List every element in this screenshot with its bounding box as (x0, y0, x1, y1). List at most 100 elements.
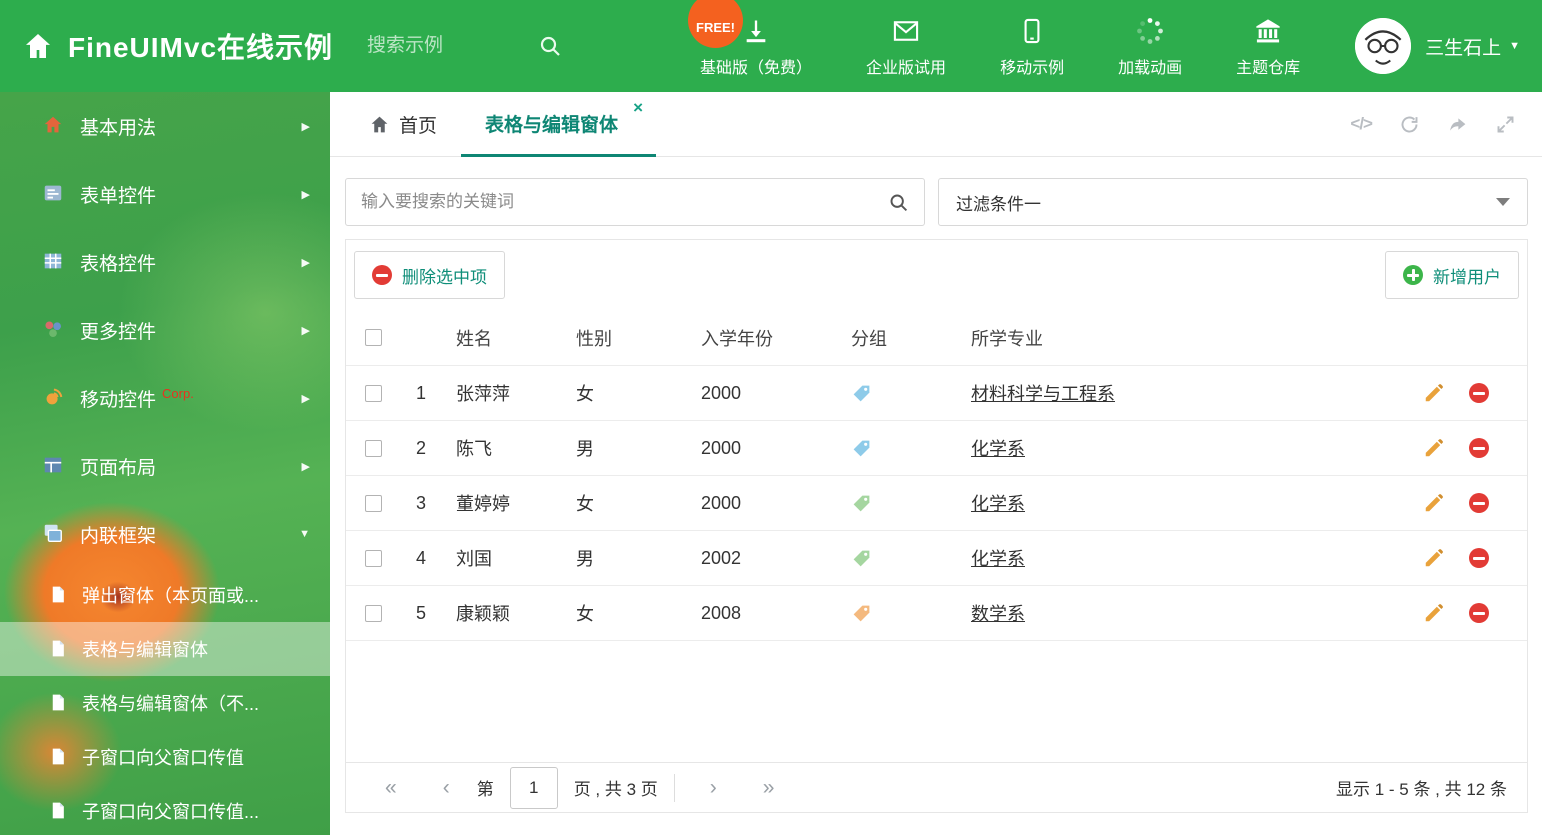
row-checkbox[interactable] (365, 439, 382, 457)
tab-home[interactable]: 首页 (345, 92, 461, 156)
sidebar-item-more-controls[interactable]: 更多控件 ▶ (0, 296, 330, 364)
grid-panel: 删除选中项 新增用户 姓名 性别 入学年份 分组 所学专业 1 张萍萍 女 20… (345, 239, 1528, 813)
select-all-checkbox[interactable] (365, 329, 382, 346)
table-icon (42, 250, 66, 274)
sidebar-item-form-controls[interactable]: 表单控件 ▶ (0, 160, 330, 228)
sidebar-item-mobile-controls[interactable]: 移动控件 Corp. ▶ (0, 364, 330, 432)
chevron-down-icon: ▼ (299, 528, 310, 540)
tab-bar: 首页 表格与编辑窗体 × </> (330, 92, 1542, 157)
row-index: 3 (415, 492, 426, 513)
refresh-icon[interactable] (1399, 114, 1420, 135)
file-icon (48, 747, 68, 767)
tab-grid-edit-window[interactable]: 表格与编辑窗体 × (461, 92, 657, 157)
add-user-button[interactable]: 新增用户 (1385, 251, 1519, 299)
sidebar-submenu: 弹出窗体（本页面或... 表格与编辑窗体 表格与编辑窗体（不... 子窗口向父窗… (0, 568, 330, 835)
search-icon[interactable] (888, 192, 909, 213)
expand-icon[interactable] (1495, 114, 1516, 135)
table-header-row: 姓名 性别 入学年份 分组 所学专业 (346, 310, 1527, 366)
user-menu[interactable]: 三生石上 ▼ (1355, 18, 1520, 74)
delete-row-button[interactable] (1469, 548, 1489, 568)
next-page-button[interactable]: › (687, 776, 740, 800)
keyword-search-input[interactable] (361, 192, 888, 212)
keyword-search-box (345, 178, 925, 226)
header-search (367, 34, 582, 58)
row-checkbox[interactable] (365, 604, 382, 622)
last-page-button[interactable]: » (740, 776, 798, 800)
major-link[interactable]: 数学系 (971, 604, 1025, 624)
file-icon (48, 639, 68, 659)
code-icon[interactable]: </> (1350, 114, 1373, 134)
major-link[interactable]: 化学系 (971, 549, 1025, 569)
delete-row-button[interactable] (1469, 603, 1489, 623)
delete-selected-button[interactable]: 删除选中项 (354, 251, 505, 299)
tag-icon (851, 548, 956, 569)
sidebar-subitem-label: 弹出窗体（本页面或... (82, 586, 260, 606)
cell-gender: 女 (576, 384, 594, 404)
edit-button[interactable] (1423, 492, 1445, 514)
chevron-right-icon: ▶ (301, 460, 310, 473)
tab-label: 首页 (399, 115, 438, 137)
frame-icon (42, 522, 66, 546)
header-search-input[interactable] (367, 35, 533, 57)
mobile-icon (1018, 15, 1046, 47)
pencil-icon (1425, 494, 1443, 512)
major-link[interactable]: 材料科学与工程系 (971, 384, 1115, 404)
edit-button[interactable] (1423, 437, 1445, 459)
delete-row-button[interactable] (1469, 438, 1489, 458)
pencil-icon (1425, 439, 1443, 457)
row-checkbox[interactable] (365, 384, 382, 402)
user-avatar[interactable] (1355, 18, 1412, 74)
edit-button[interactable] (1423, 547, 1445, 569)
grid-toolbar: 删除选中项 新增用户 (346, 240, 1527, 310)
nav-loading-animation[interactable]: 加载动画 (1096, 15, 1204, 78)
column-header-year: 入学年份 (701, 328, 773, 349)
sidebar-item-label: 页面布局 (80, 457, 157, 479)
nav-mobile-demo[interactable]: 移动示例 (978, 15, 1086, 78)
sidebar-subitem-child-to-parent-2[interactable]: 子窗口向父窗口传值... (0, 784, 330, 835)
tab-close-icon[interactable]: × (633, 99, 643, 116)
sidebar-item-iframe[interactable]: 内联框架 ▼ (0, 500, 330, 568)
sidebar-item-label: 更多控件 (80, 321, 157, 343)
table-row: 4 刘国 男 2002 化学系 (346, 531, 1527, 586)
chevron-right-icon: ▶ (301, 120, 310, 133)
corp-badge: Corp. (162, 385, 194, 401)
chevron-down-icon (1496, 198, 1510, 206)
cell-year: 2000 (701, 437, 742, 458)
plus-icon (1403, 265, 1423, 285)
delete-row-button[interactable] (1469, 383, 1489, 403)
nav-enterprise-trial[interactable]: 企业版试用 (844, 15, 968, 78)
nav-theme-repo[interactable]: 主题仓库 (1214, 15, 1322, 78)
data-table: 姓名 性别 入学年份 分组 所学专业 1 张萍萍 女 2000 材料科学与工程系 (346, 310, 1527, 762)
cell-name: 康颖颖 (456, 604, 510, 624)
row-checkbox[interactable] (365, 494, 382, 512)
column-header-major: 所学专业 (971, 328, 1043, 349)
tag-icon (851, 603, 956, 624)
edit-button[interactable] (1423, 602, 1445, 624)
file-icon (48, 801, 68, 821)
sidebar-subitem-grid-edit-window-alt[interactable]: 表格与编辑窗体（不... (0, 676, 330, 730)
first-page-button[interactable]: « (362, 776, 420, 800)
chevron-right-icon: ▶ (301, 392, 310, 405)
major-link[interactable]: 化学系 (971, 494, 1025, 514)
share-icon[interactable] (1447, 114, 1468, 135)
sidebar-subitem-child-to-parent[interactable]: 子窗口向父窗口传值 (0, 730, 330, 784)
sidebar-subitem-popup-window[interactable]: 弹出窗体（本页面或... (0, 568, 330, 622)
major-link[interactable]: 化学系 (971, 439, 1025, 459)
sidebar-item-basic-usage[interactable]: 基本用法 ▶ (0, 92, 330, 160)
pencil-icon (1425, 384, 1443, 402)
cell-name: 董婷婷 (456, 494, 510, 514)
chevron-right-icon: ▶ (301, 324, 310, 337)
sidebar-subitem-grid-edit-window[interactable]: 表格与编辑窗体 (0, 622, 330, 676)
page-input[interactable] (509, 766, 558, 809)
prev-page-button[interactable]: ‹ (420, 776, 473, 800)
row-checkbox[interactable] (365, 549, 382, 567)
edit-button[interactable] (1423, 382, 1445, 404)
home-logo-icon[interactable] (22, 30, 54, 62)
search-icon[interactable] (538, 34, 562, 58)
delete-row-button[interactable] (1469, 493, 1489, 513)
sidebar-item-table-controls[interactable]: 表格控件 ▶ (0, 228, 330, 296)
sidebar-item-page-layout[interactable]: 页面布局 ▶ (0, 432, 330, 500)
page-label-prefix: 第 (476, 780, 494, 799)
filter-dropdown[interactable]: 过滤条件一 (938, 178, 1528, 226)
nav-label: 基础版（免费） (700, 59, 813, 77)
